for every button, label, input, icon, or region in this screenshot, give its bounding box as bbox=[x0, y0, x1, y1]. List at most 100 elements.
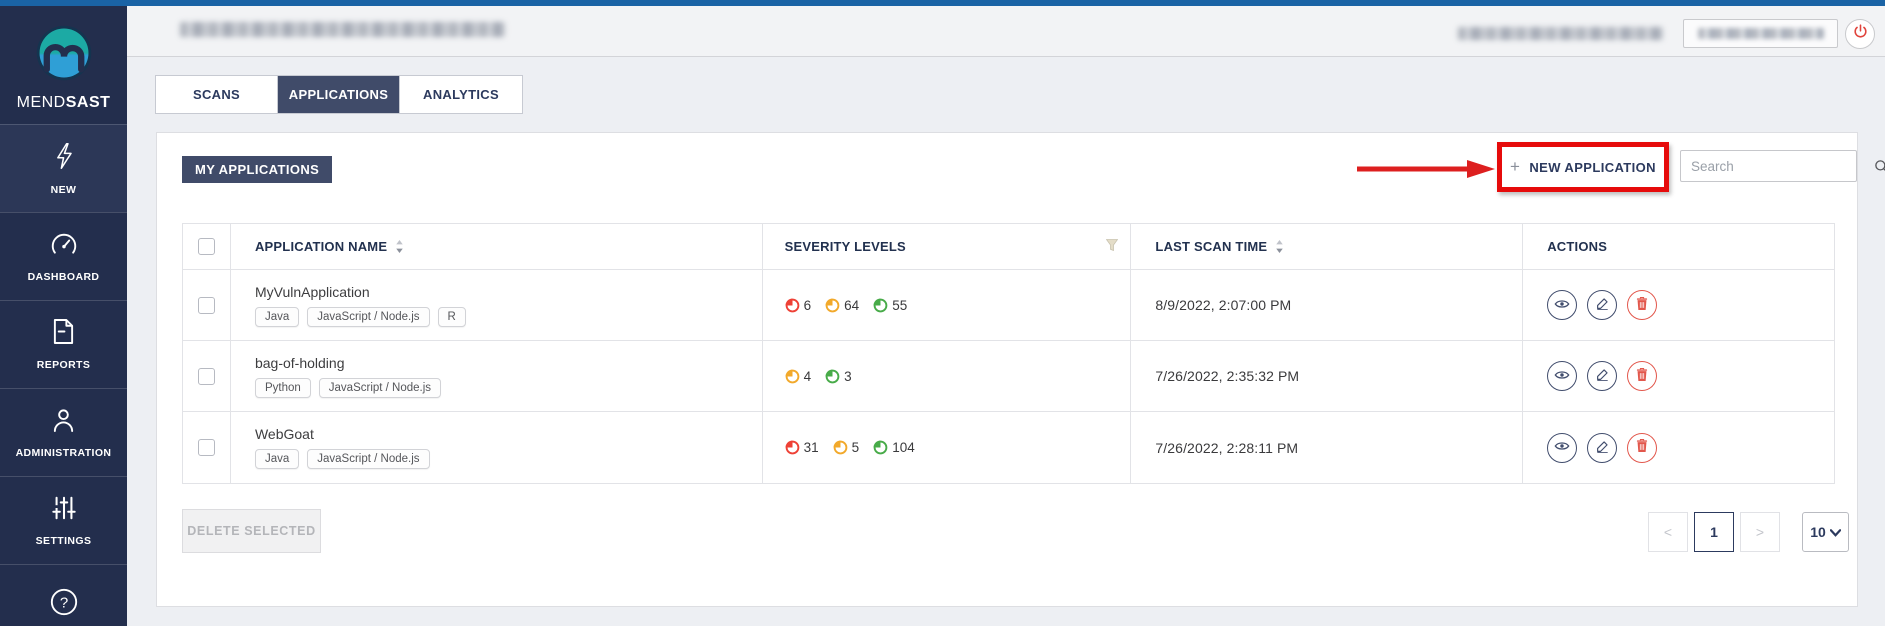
view-button[interactable] bbox=[1547, 290, 1577, 320]
tab-applications[interactable]: APPLICATIONS bbox=[278, 76, 400, 113]
edit-button[interactable] bbox=[1587, 433, 1617, 463]
sidebar-item-settings[interactable]: SETTINGS bbox=[0, 476, 127, 564]
last-scan-time: 8/9/2022, 2:07:00 PM bbox=[1155, 297, 1291, 313]
sidebar-item-label: NEW bbox=[51, 184, 77, 196]
page-size-select[interactable]: 10 bbox=[1802, 512, 1849, 552]
table-row: bag-of-holding Python JavaScript / Node.j… bbox=[183, 341, 1834, 412]
sidebar-item-label: REPORTS bbox=[37, 359, 91, 371]
last-scan-time: 7/26/2022, 2:28:11 PM bbox=[1155, 440, 1298, 456]
pencil-icon bbox=[1596, 368, 1609, 384]
language-tag: JavaScript / Node.js bbox=[307, 307, 429, 327]
sliders-icon bbox=[51, 495, 77, 526]
new-application-button[interactable]: + NEW APPLICATION bbox=[1502, 147, 1664, 187]
delete-button[interactable] bbox=[1627, 290, 1657, 320]
table-row: WebGoat JavaJavaScript / Node.js 31 5 10… bbox=[183, 412, 1834, 483]
pagination-prev-button[interactable]: < bbox=[1648, 512, 1688, 552]
tab-scans[interactable]: SCANS bbox=[156, 76, 278, 113]
severity-medium: 5 bbox=[833, 440, 860, 455]
view-button[interactable] bbox=[1547, 361, 1577, 391]
row-checkbox[interactable] bbox=[198, 368, 215, 385]
pagination-next-button[interactable]: > bbox=[1740, 512, 1780, 552]
logout-power-button[interactable] bbox=[1845, 19, 1875, 49]
column-header-severity-levels: SEVERITY LEVELS bbox=[785, 239, 906, 254]
annotation-highlight-box: + NEW APPLICATION bbox=[1497, 142, 1669, 192]
delete-selected-button[interactable]: DELETE SELECTED bbox=[182, 509, 321, 553]
brand-logo-block[interactable]: MENDSAST bbox=[0, 6, 127, 124]
language-tag: Java bbox=[255, 307, 299, 327]
select-all-checkbox[interactable] bbox=[198, 238, 215, 255]
mend-logo-icon bbox=[35, 24, 93, 87]
sidebar-item-administration[interactable]: ADMINISTRATION bbox=[0, 388, 127, 476]
language-tag: Python bbox=[255, 378, 311, 398]
severity-low: 3 bbox=[825, 369, 852, 384]
help-question-icon: ? bbox=[49, 587, 79, 622]
search-icon[interactable] bbox=[1874, 159, 1885, 174]
severity-high: 6 bbox=[785, 298, 812, 313]
trash-icon bbox=[1636, 297, 1648, 314]
row-checkbox[interactable] bbox=[198, 439, 215, 456]
sidebar-item-label: DASHBOARD bbox=[28, 271, 100, 283]
edit-button[interactable] bbox=[1587, 290, 1617, 320]
applications-table: APPLICATION NAME SEVERITY LEVELS LAST SC… bbox=[182, 223, 1835, 484]
language-tags: Java JavaScript / Node.js R bbox=[255, 307, 466, 327]
view-button[interactable] bbox=[1547, 433, 1577, 463]
pagination: < 1 > 10 bbox=[1642, 512, 1849, 552]
application-name[interactable]: WebGoat bbox=[255, 426, 430, 442]
my-applications-badge: MY APPLICATIONS bbox=[182, 156, 332, 183]
table-body: MyVulnApplication JavaJavaScript / Node.… bbox=[183, 270, 1834, 483]
last-scan-time: 7/26/2022, 2:35:32 PM bbox=[1155, 368, 1299, 384]
severity-medium: 4 bbox=[785, 369, 812, 384]
report-document-icon bbox=[52, 318, 75, 350]
sidebar-item-new[interactable]: NEW bbox=[0, 124, 127, 212]
delete-button[interactable] bbox=[1627, 361, 1657, 391]
table-row: MyVulnApplication Java JavaScript / Node.… bbox=[183, 270, 1834, 341]
tab-bar: SCANS APPLICATIONS ANALYTICS bbox=[155, 75, 523, 114]
redacted-page-title bbox=[180, 22, 505, 37]
sidebar-item-label: ADMINISTRATION bbox=[16, 447, 112, 459]
redacted-org-selector[interactable] bbox=[1683, 19, 1838, 48]
delete-button[interactable] bbox=[1627, 433, 1657, 463]
column-header-application-name[interactable]: APPLICATION NAME bbox=[255, 239, 387, 254]
chevron-down-icon bbox=[1830, 524, 1841, 540]
dashboard-gauge-icon bbox=[50, 231, 78, 262]
svg-text:?: ? bbox=[59, 595, 67, 612]
filter-icon[interactable] bbox=[1106, 239, 1118, 254]
pencil-icon bbox=[1596, 440, 1609, 456]
actions-cell bbox=[1523, 270, 1834, 340]
application-name[interactable]: bag-of-holding bbox=[255, 355, 441, 371]
applications-card: MY APPLICATIONS + NEW APPLICATION bbox=[156, 132, 1858, 607]
pencil-icon bbox=[1596, 297, 1609, 313]
brand-name: MENDSAST bbox=[17, 94, 111, 112]
severity-low: 104 bbox=[873, 440, 915, 455]
column-header-actions: ACTIONS bbox=[1547, 239, 1607, 254]
pagination-page-1[interactable]: 1 bbox=[1694, 512, 1734, 552]
severity-high: 31 bbox=[785, 440, 819, 455]
app-page: MENDSAST NEW DASHBOARD bbox=[0, 0, 1885, 626]
annotation-arrow-icon bbox=[1355, 157, 1497, 181]
redacted-user-name bbox=[1458, 27, 1663, 40]
language-tag: JavaScript / Node.js bbox=[319, 378, 441, 398]
power-icon bbox=[1852, 23, 1869, 45]
column-header-last-scan-time[interactable]: LAST SCAN TIME bbox=[1155, 239, 1267, 254]
severity-levels-cell: 4 3 bbox=[763, 341, 1132, 411]
language-tags: Python JavaScript / Node.js bbox=[255, 378, 441, 398]
sidebar-item-help[interactable]: ? bbox=[0, 564, 127, 626]
language-tags: JavaJavaScript / Node.js bbox=[255, 449, 430, 469]
search-box bbox=[1680, 150, 1857, 182]
tab-analytics[interactable]: ANALYTICS bbox=[400, 76, 522, 113]
edit-button[interactable] bbox=[1587, 361, 1617, 391]
eye-icon bbox=[1554, 440, 1570, 455]
sort-icon[interactable] bbox=[1275, 240, 1284, 253]
eye-icon bbox=[1554, 369, 1570, 384]
language-tag: R bbox=[438, 307, 466, 327]
sidebar-item-dashboard[interactable]: DASHBOARD bbox=[0, 212, 127, 300]
language-tag: JavaScript / Node.js bbox=[307, 449, 429, 469]
application-name[interactable]: MyVulnApplication bbox=[255, 284, 466, 300]
lightning-icon bbox=[53, 142, 75, 175]
sidebar-item-reports[interactable]: REPORTS bbox=[0, 300, 127, 388]
search-input[interactable] bbox=[1681, 159, 1874, 174]
actions-cell bbox=[1523, 412, 1834, 483]
sort-icon[interactable] bbox=[395, 240, 404, 253]
row-checkbox[interactable] bbox=[198, 297, 215, 314]
person-icon bbox=[51, 407, 76, 438]
